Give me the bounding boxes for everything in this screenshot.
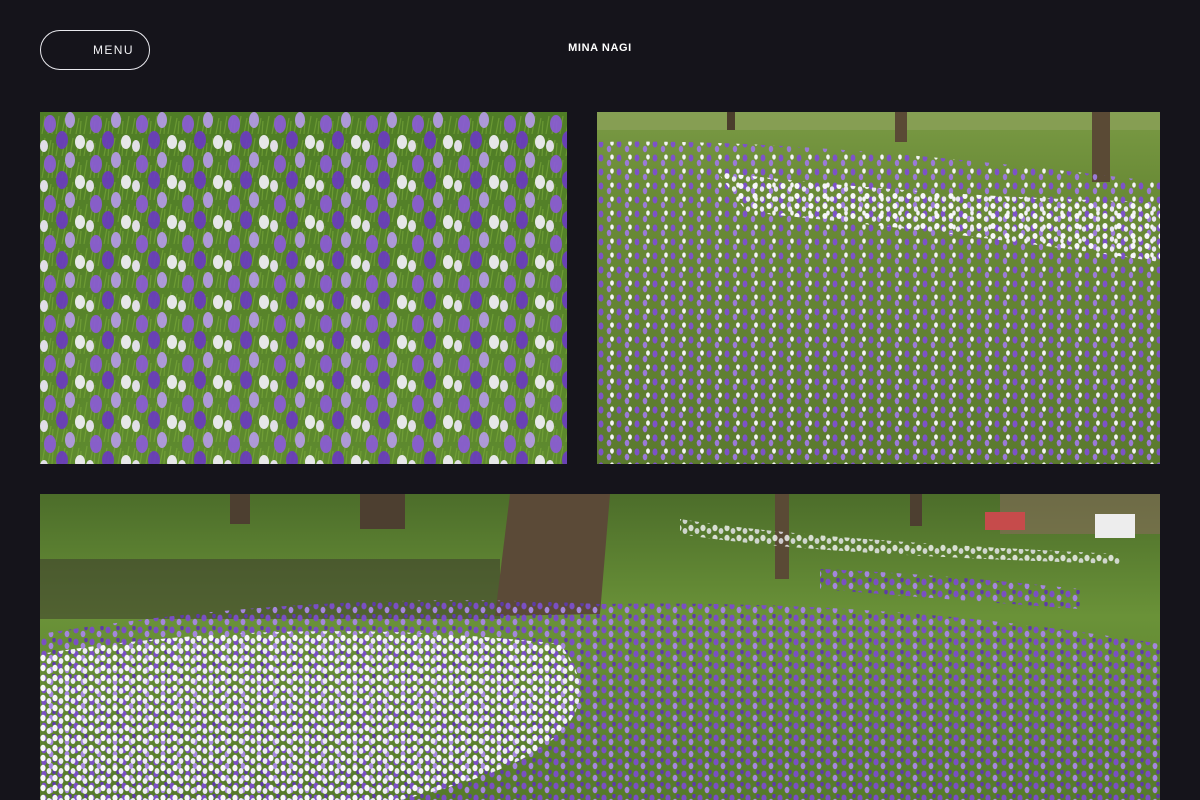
menu-button[interactable]: MENU: [40, 30, 150, 70]
site-title[interactable]: MINA NAGI: [500, 42, 700, 54]
site-header: MENU MINA NAGI: [0, 0, 1200, 100]
gallery-photo-crocus-park[interactable]: [40, 494, 1160, 800]
gallery-photo-crocus-closeup[interactable]: [40, 112, 567, 464]
gallery-photo-crocus-meadow[interactable]: [597, 112, 1160, 464]
menu-label: MENU: [93, 43, 134, 57]
